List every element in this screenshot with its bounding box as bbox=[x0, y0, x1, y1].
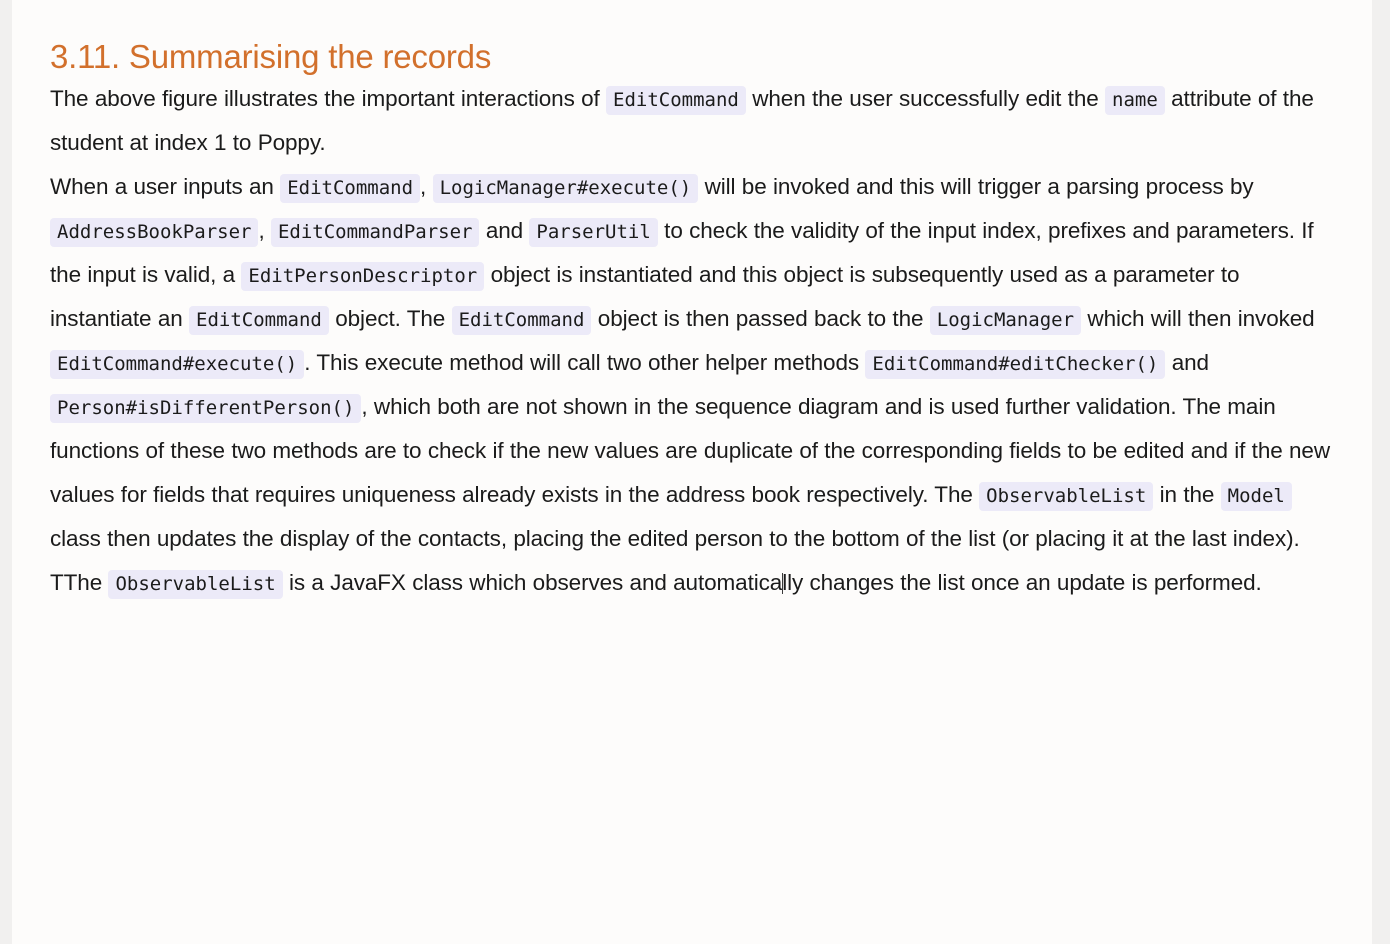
code-span-observablelist: ObservableList bbox=[108, 570, 283, 600]
text-fragment: will be invoked and this will trigger a … bbox=[704, 174, 1254, 200]
code-span-editpersondescriptor: EditPersonDescriptor bbox=[241, 262, 485, 292]
text-fragment: When a user inputs an bbox=[50, 174, 274, 200]
page-title: 3.11. Summarising the records bbox=[50, 38, 492, 75]
code-span-editcommandparser: EditCommandParser bbox=[270, 218, 480, 248]
text-fragment: object. The bbox=[335, 306, 446, 332]
text-fragment: in the bbox=[1159, 482, 1215, 508]
code-span-editcommand: EditCommand bbox=[606, 86, 746, 116]
code-span-editcommand-execute: EditCommand#execute() bbox=[50, 350, 305, 380]
text-punctuation: , bbox=[420, 174, 427, 200]
code-span-model: Model bbox=[1220, 482, 1292, 512]
text-fragment: TThe bbox=[50, 570, 103, 596]
code-span-editcommand: EditCommand bbox=[451, 306, 592, 336]
text-fragment: and bbox=[1171, 350, 1209, 376]
text-fragment: is a JavaFX class which observes and aut… bbox=[289, 570, 783, 596]
text-fragment: which will then invoked bbox=[1087, 306, 1315, 332]
paragraph-observablelist-note: TThe ObservableList is a JavaFX class wh… bbox=[50, 561, 1332, 605]
text-fragment: when the user successfully edit the bbox=[752, 86, 1099, 112]
document-page: 3.11. Summarising the records The above … bbox=[0, 0, 1390, 944]
text-fragment: The above figure illustrates the importa… bbox=[50, 86, 600, 112]
code-span-observablelist: ObservableList bbox=[979, 482, 1154, 512]
code-span-logicmanager: LogicManager bbox=[929, 306, 1082, 336]
code-span-editcommand: EditCommand bbox=[189, 306, 329, 336]
paragraph-overview: The above figure illustrates the importa… bbox=[50, 77, 1332, 165]
text-punctuation: , bbox=[258, 218, 265, 244]
code-span-person-isdifferentperson: Person#isDifferentPerson() bbox=[50, 394, 362, 424]
code-span-parserutil: ParserUtil bbox=[529, 218, 658, 248]
text-fragment: lly changes the list once an update is p… bbox=[782, 570, 1262, 596]
code-span-editcommand: EditCommand bbox=[280, 174, 421, 204]
text-fragment: object is then passed back to the bbox=[597, 306, 924, 332]
code-span-name: name bbox=[1105, 86, 1165, 116]
document-content: 3.11. Summarising the records The above … bbox=[12, 0, 1372, 605]
text-fragment: . This execute method will call two othe… bbox=[304, 350, 860, 376]
code-span-editcommand-editchecker: EditCommand#editChecker() bbox=[865, 350, 1166, 380]
code-span-logicmanager-execute: LogicManager#execute() bbox=[432, 174, 699, 204]
text-fragment: and bbox=[485, 218, 524, 244]
text-fragment: class then updates the display of the co… bbox=[50, 526, 1300, 552]
paragraph-execution-flow: When a user inputs an EditCommand, Logic… bbox=[50, 165, 1332, 561]
code-span-addressbookparser: AddressBookParser bbox=[50, 218, 259, 248]
